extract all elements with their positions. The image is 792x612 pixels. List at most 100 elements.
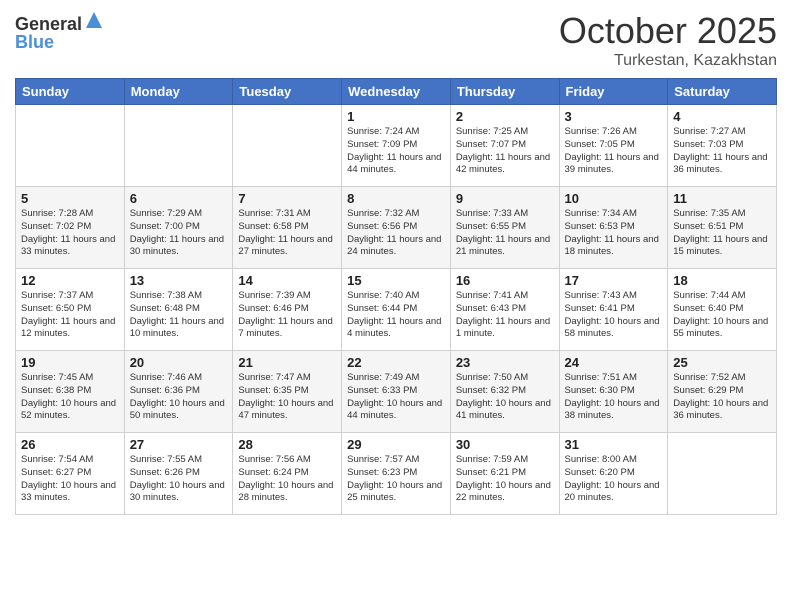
day-info: Sunrise: 7:46 AM Sunset: 6:36 PM Dayligh… [130,372,228,423]
table-row: 18 Sunrise: 7:44 AM Sunset: 6:40 PM Dayli… [668,269,777,351]
day-info: Sunrise: 7:29 AM Sunset: 7:00 PM Dayligh… [130,208,228,259]
table-row: 7 Sunrise: 7:31 AM Sunset: 6:58 PM Daylig… [233,187,342,269]
col-thursday: Thursday [450,79,559,105]
table-row: 30 Sunrise: 7:59 AM Sunset: 6:21 PM Dayli… [450,433,559,515]
table-row: 12Sunrise: 7:37 AM Sunset: 6:50 PM Dayli… [16,269,125,351]
day-number: 25 [673,355,771,370]
day-number: 2 [456,109,554,124]
title-section: October 2025 Turkestan, Kazakhstan [559,10,777,70]
col-saturday: Saturday [668,79,777,105]
day-info: Sunrise: 7:38 AM Sunset: 6:48 PM Dayligh… [130,290,228,341]
logo-blue: Blue [15,33,104,51]
day-number: 4 [673,109,771,124]
table-row: 3Sunrise: 7:26 AM Sunset: 7:05 PM Daylig… [559,105,668,187]
day-info: Sunrise: 7:51 AM Sunset: 6:30 PM Dayligh… [565,372,663,423]
table-row: 5Sunrise: 7:28 AM Sunset: 7:02 PM Daylig… [16,187,125,269]
day-info: Sunrise: 7:52 AM Sunset: 6:29 PM Dayligh… [673,372,771,423]
page: General Blue October 2025 Turkestan, Kaz… [0,0,792,612]
table-row: 20 Sunrise: 7:46 AM Sunset: 6:36 PM Dayli… [124,351,233,433]
day-info: Sunrise: 7:43 AM Sunset: 6:41 PM Dayligh… [565,290,663,341]
table-row: 2 Sunrise: 7:25 AM Sunset: 7:07 PM Daylig… [450,105,559,187]
day-info: Sunrise: 7:35 AM Sunset: 6:51 PM Dayligh… [673,208,771,259]
week-row-4: 26Sunrise: 7:54 AM Sunset: 6:27 PM Dayli… [16,433,777,515]
table-row [124,105,233,187]
day-number: 5 [21,191,119,206]
day-info: Sunrise: 7:32 AM Sunset: 6:56 PM Dayligh… [347,208,445,259]
table-row: 17 Sunrise: 7:43 AM Sunset: 6:41 PM Dayli… [559,269,668,351]
logo-general: General [15,15,82,33]
table-row: 28 Sunrise: 7:56 AM Sunset: 6:24 PM Dayli… [233,433,342,515]
day-info: Sunrise: 7:50 AM Sunset: 6:32 PM Dayligh… [456,372,554,423]
subtitle: Turkestan, Kazakhstan [559,52,777,70]
day-number: 14 [238,273,336,288]
day-number: 26 [21,437,119,452]
header-row: Sunday Monday Tuesday Wednesday Thursday… [16,79,777,105]
day-info: Sunrise: 7:25 AM Sunset: 7:07 PM Dayligh… [456,126,554,177]
col-wednesday: Wednesday [342,79,451,105]
col-monday: Monday [124,79,233,105]
col-friday: Friday [559,79,668,105]
day-info: Sunrise: 7:33 AM Sunset: 6:55 PM Dayligh… [456,208,554,259]
table-row: 11 Sunrise: 7:35 AM Sunset: 6:51 PM Dayli… [668,187,777,269]
day-info: Sunrise: 7:31 AM Sunset: 6:58 PM Dayligh… [238,208,336,259]
table-row: 21Sunrise: 7:47 AM Sunset: 6:35 PM Dayli… [233,351,342,433]
table-row: 14Sunrise: 7:39 AM Sunset: 6:46 PM Dayli… [233,269,342,351]
table-row: 16 Sunrise: 7:41 AM Sunset: 6:43 PM Dayli… [450,269,559,351]
week-row-0: 1 Sunrise: 7:24 AM Sunset: 7:09 PM Daylig… [16,105,777,187]
week-row-2: 12Sunrise: 7:37 AM Sunset: 6:50 PM Dayli… [16,269,777,351]
day-number: 20 [130,355,228,370]
table-row: 4 Sunrise: 7:27 AM Sunset: 7:03 PM Daylig… [668,105,777,187]
day-number: 31 [565,437,663,452]
table-row: 26Sunrise: 7:54 AM Sunset: 6:27 PM Dayli… [16,433,125,515]
day-number: 10 [565,191,663,206]
day-info: Sunrise: 7:44 AM Sunset: 6:40 PM Dayligh… [673,290,771,341]
day-info: Sunrise: 7:27 AM Sunset: 7:03 PM Dayligh… [673,126,771,177]
day-number: 6 [130,191,228,206]
day-number: 17 [565,273,663,288]
day-number: 12 [21,273,119,288]
day-number: 11 [673,191,771,206]
table-row: 19Sunrise: 7:45 AM Sunset: 6:38 PM Dayli… [16,351,125,433]
day-number: 29 [347,437,445,452]
day-info: Sunrise: 7:24 AM Sunset: 7:09 PM Dayligh… [347,126,445,177]
day-info: Sunrise: 7:41 AM Sunset: 6:43 PM Dayligh… [456,290,554,341]
day-number: 16 [456,273,554,288]
table-row: 29Sunrise: 7:57 AM Sunset: 6:23 PM Dayli… [342,433,451,515]
day-number: 19 [21,355,119,370]
month-title: October 2025 [559,10,777,52]
table-row: 27 Sunrise: 7:55 AM Sunset: 6:26 PM Dayli… [124,433,233,515]
day-number: 27 [130,437,228,452]
day-number: 3 [565,109,663,124]
day-number: 9 [456,191,554,206]
day-info: Sunrise: 7:56 AM Sunset: 6:24 PM Dayligh… [238,454,336,505]
day-info: Sunrise: 7:34 AM Sunset: 6:53 PM Dayligh… [565,208,663,259]
logo-text: General Blue [15,15,104,51]
week-row-3: 19Sunrise: 7:45 AM Sunset: 6:38 PM Dayli… [16,351,777,433]
table-row: 22Sunrise: 7:49 AM Sunset: 6:33 PM Dayli… [342,351,451,433]
calendar: Sunday Monday Tuesday Wednesday Thursday… [15,78,777,515]
table-row [16,105,125,187]
day-number: 30 [456,437,554,452]
table-row: 31 Sunrise: 8:00 AM Sunset: 6:20 PM Dayli… [559,433,668,515]
day-info: Sunrise: 7:55 AM Sunset: 6:26 PM Dayligh… [130,454,228,505]
logo-icon [84,10,104,30]
table-row: 25 Sunrise: 7:52 AM Sunset: 6:29 PM Dayli… [668,351,777,433]
table-row [233,105,342,187]
day-info: Sunrise: 7:49 AM Sunset: 6:33 PM Dayligh… [347,372,445,423]
table-row: 13 Sunrise: 7:38 AM Sunset: 6:48 PM Dayli… [124,269,233,351]
logo: General Blue [15,15,104,51]
table-row [668,433,777,515]
day-info: Sunrise: 8:00 AM Sunset: 6:20 PM Dayligh… [565,454,663,505]
week-row-1: 5Sunrise: 7:28 AM Sunset: 7:02 PM Daylig… [16,187,777,269]
day-number: 13 [130,273,228,288]
table-row: 8Sunrise: 7:32 AM Sunset: 6:56 PM Daylig… [342,187,451,269]
day-number: 7 [238,191,336,206]
day-number: 1 [347,109,445,124]
day-number: 24 [565,355,663,370]
day-number: 28 [238,437,336,452]
day-info: Sunrise: 7:59 AM Sunset: 6:21 PM Dayligh… [456,454,554,505]
day-number: 18 [673,273,771,288]
header: General Blue October 2025 Turkestan, Kaz… [15,10,777,70]
table-row: 15Sunrise: 7:40 AM Sunset: 6:44 PM Dayli… [342,269,451,351]
table-row: 6 Sunrise: 7:29 AM Sunset: 7:00 PM Daylig… [124,187,233,269]
